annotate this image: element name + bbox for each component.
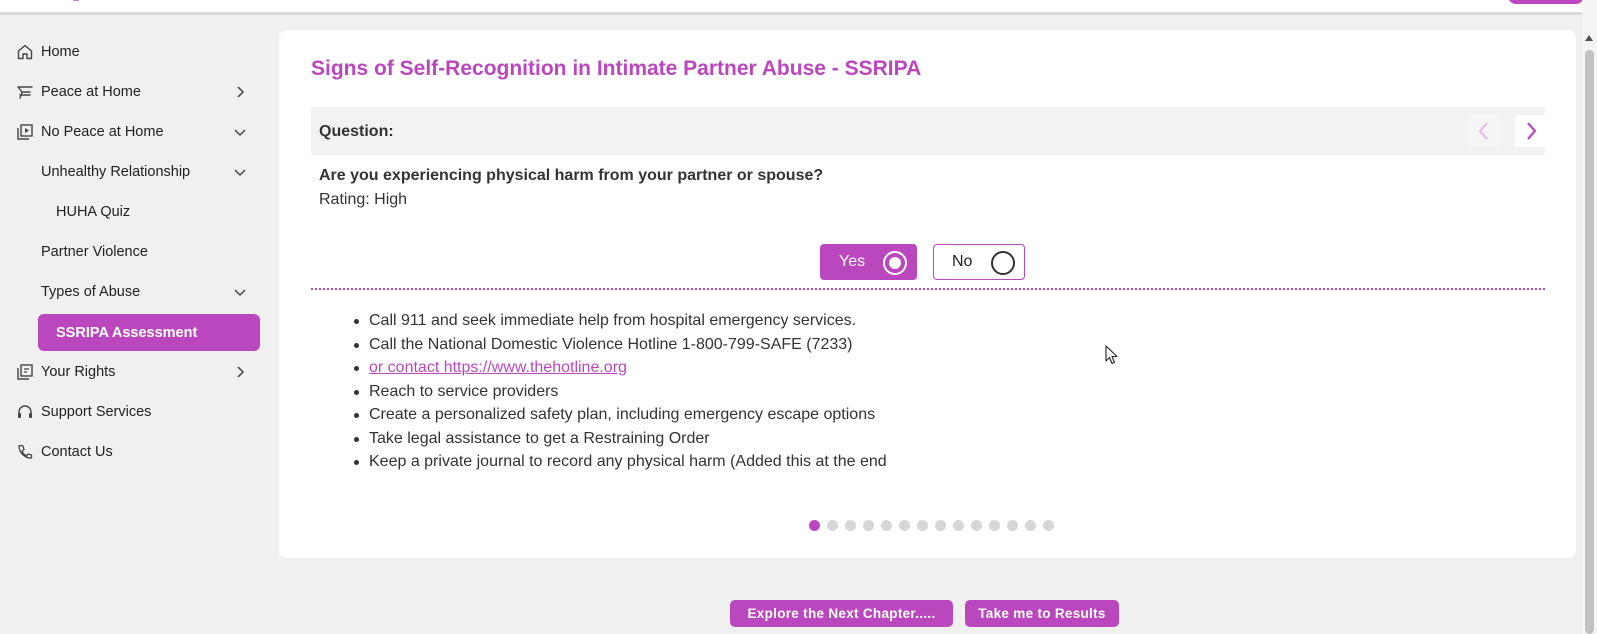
sidebar-item-partner-violence[interactable]: Partner Violence: [0, 232, 270, 272]
sidebar-item-unhealthy-relationship[interactable]: Unhealthy Relationship: [0, 152, 270, 192]
scrollbar-thumb[interactable]: [1585, 50, 1594, 634]
pagination-dot[interactable]: [809, 520, 820, 531]
hotline-link[interactable]: or contact https://www.thehotline.org: [369, 359, 627, 376]
phone-icon: [16, 443, 34, 461]
question-label: Question:: [319, 123, 394, 140]
top-header: ✿: [0, 0, 1584, 15]
list-item: Keep a private journal to record any phy…: [354, 450, 887, 474]
pagination-dot[interactable]: [1007, 520, 1018, 531]
yes-option[interactable]: Yes: [820, 244, 917, 280]
divider: [311, 288, 1545, 290]
sidebar-item-label: HUHA Quiz: [56, 204, 131, 220]
list-item: Reach to service providers: [354, 380, 887, 404]
radio-unselected-icon: [991, 251, 1015, 275]
no-label: No: [952, 253, 973, 270]
sidebar-item-label: No Peace at Home: [41, 124, 164, 140]
sidebar-item-ssripa-assessment[interactable]: SSRIPA Assessment: [38, 314, 260, 351]
sidebar-item-contact-us[interactable]: Contact Us: [0, 432, 270, 472]
logo[interactable]: ✿: [72, 0, 88, 4]
home-icon: [16, 43, 34, 61]
pagination-dot[interactable]: [935, 520, 946, 531]
page-title: Signs of Self-Recognition in Intimate Pa…: [311, 57, 922, 80]
advice-list: Call 911 and seek immediate help from ho…: [354, 309, 887, 474]
pagination-dot[interactable]: [917, 520, 928, 531]
question-header: Question:: [311, 107, 1547, 155]
chevron-down-icon: [232, 284, 248, 300]
list-item: or contact https://www.thehotline.org: [354, 356, 887, 380]
previous-question-button[interactable]: [1468, 115, 1500, 147]
pagination-dot[interactable]: [863, 520, 874, 531]
question-text: Are you experiencing physical harm from …: [319, 167, 824, 184]
list-item: Take legal assistance to get a Restraini…: [354, 427, 887, 451]
chevron-right-icon: [232, 364, 248, 380]
sidebar-item-huha-quiz[interactable]: HUHA Quiz: [0, 192, 270, 232]
pagination-dot[interactable]: [899, 520, 910, 531]
sidebar-item-label: Partner Violence: [41, 244, 148, 260]
sidebar: Home Peace at Home No Peace at Home Unhe…: [0, 32, 270, 472]
pagination-dot[interactable]: [953, 520, 964, 531]
sidebar-item-label: Your Rights: [41, 364, 116, 380]
headset-icon: [16, 403, 34, 421]
chevron-down-icon: [232, 164, 248, 180]
mouse-cursor-icon: [1105, 345, 1118, 365]
chevron-left-icon: [1478, 122, 1488, 140]
sidebar-item-label: Home: [41, 44, 80, 60]
rating-text: Rating: High: [319, 191, 408, 208]
sidebar-item-your-rights[interactable]: Your Rights: [0, 352, 270, 392]
sidebar-item-label: Peace at Home: [41, 84, 141, 100]
scroll-up-arrow-icon[interactable]: [1585, 35, 1593, 41]
rights-book-icon: [16, 363, 34, 381]
explore-next-chapter-button[interactable]: Explore the Next Chapter.....: [730, 600, 953, 627]
sidebar-item-no-peace-at-home[interactable]: No Peace at Home: [0, 112, 270, 152]
sidebar-item-label: SSRIPA Assessment: [56, 324, 198, 341]
list-item: Call 911 and seek immediate help from ho…: [354, 309, 887, 333]
pagination-dots: [809, 520, 1054, 531]
pagination-dot[interactable]: [845, 520, 856, 531]
radio-selected-icon: [883, 251, 907, 275]
chevron-right-icon: [1527, 122, 1537, 140]
sidebar-item-label: Unhealthy Relationship: [41, 164, 191, 180]
sidebar-item-home[interactable]: Home: [0, 32, 270, 72]
pagination-dot[interactable]: [881, 520, 892, 531]
sidebar-item-label: Contact Us: [41, 444, 113, 460]
sidebar-item-peace-at-home[interactable]: Peace at Home: [0, 72, 270, 112]
next-question-button[interactable]: [1515, 115, 1547, 147]
take-me-to-results-button[interactable]: Take me to Results: [965, 600, 1119, 627]
list-item: Create a personalized safety plan, inclu…: [354, 403, 887, 427]
media-library-icon: [16, 123, 34, 141]
sidebar-item-types-of-abuse[interactable]: Types of Abuse: [0, 272, 270, 312]
chevron-down-icon: [232, 124, 248, 140]
assessment-card: Signs of Self-Recognition in Intimate Pa…: [279, 30, 1576, 558]
scrollbar[interactable]: [1582, 0, 1597, 634]
pagination-dot[interactable]: [989, 520, 1000, 531]
no-option[interactable]: No: [933, 244, 1025, 280]
sidebar-item-support-services[interactable]: Support Services: [0, 392, 270, 432]
peace-icon: [16, 83, 34, 101]
chevron-right-icon: [232, 84, 248, 100]
yes-label: Yes: [839, 253, 866, 270]
sidebar-item-label: Support Services: [41, 404, 152, 420]
pagination-dot[interactable]: [971, 520, 982, 531]
pagination-dot[interactable]: [1025, 520, 1036, 531]
sidebar-item-label: Types of Abuse: [41, 284, 141, 300]
pagination-dot[interactable]: [1043, 520, 1054, 531]
pagination-dot[interactable]: [827, 520, 838, 531]
header-button[interactable]: [1508, 0, 1584, 4]
list-item: Call the National Domestic Violence Hotl…: [354, 333, 887, 357]
